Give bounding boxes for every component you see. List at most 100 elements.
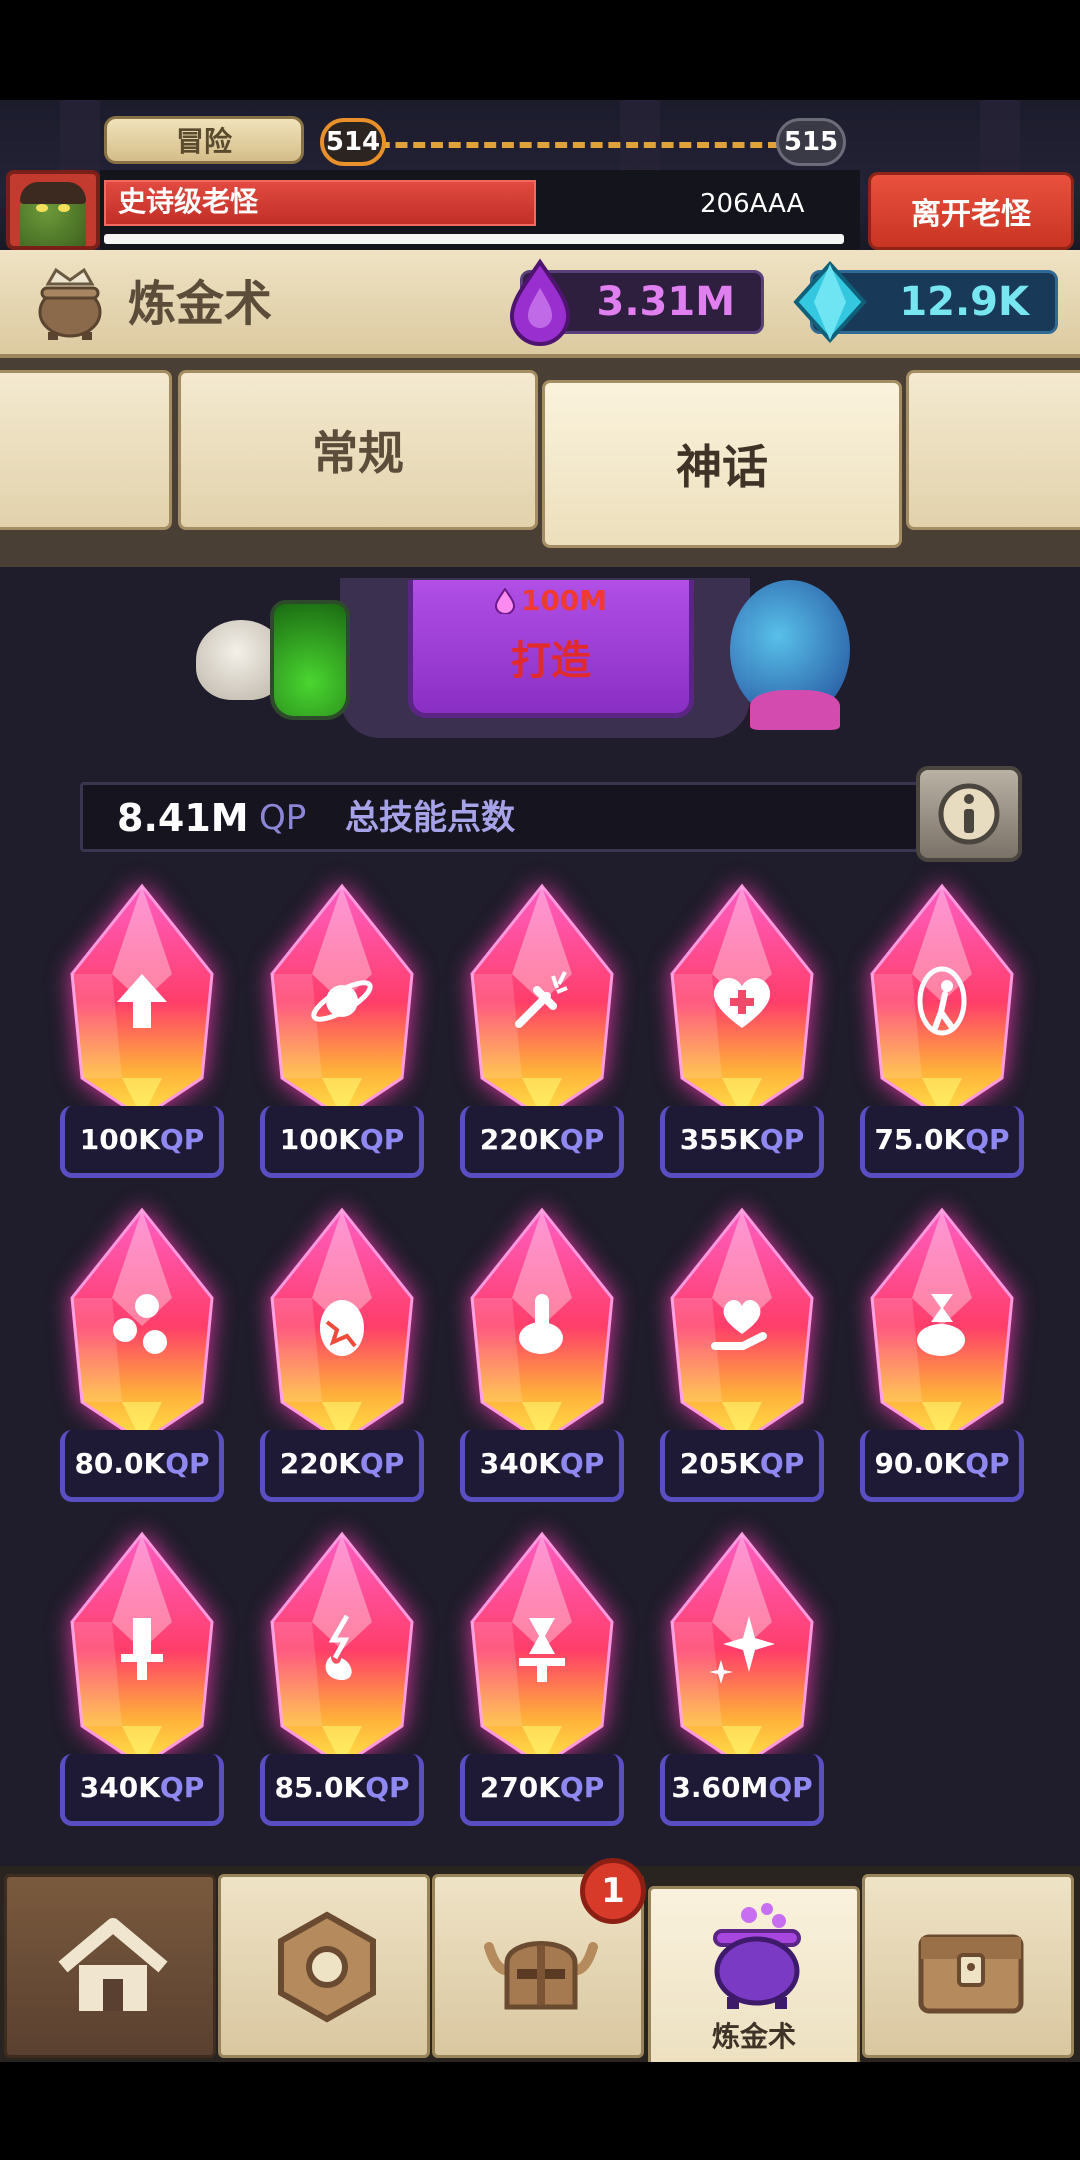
crystal-cost-value: 100K [79,1123,160,1156]
crystal-cost-value: 205K [679,1447,760,1480]
crystal-cost-unit: QP [759,1447,805,1480]
crystal-card[interactable]: 340K QP [52,1530,232,1852]
adventure-button[interactable]: 冒险 [104,116,304,164]
tab-mythic-label: 神话 [676,440,768,494]
essence-drop-icon [509,258,571,346]
tab-regular[interactable]: 常规 [178,370,538,530]
lightning-fire-icon [325,1614,352,1680]
orc-face-icon [20,182,86,246]
crystal-cost: 75.0K QP [860,1106,1024,1178]
diamond-gem-icon [793,261,867,343]
nav-alchemy-label: 炼金术 [711,2020,796,2053]
sparkle-icon [709,1616,775,1684]
forge-label: 打造 [511,638,591,684]
boss-timer-bar [104,234,844,244]
green-potion-decoration [270,600,350,720]
arrow-up-icon [117,974,167,1028]
tab-mythic[interactable]: 神话 [542,380,902,548]
tab-previous[interactable] [0,370,172,530]
panel-title: 炼金术 [128,276,273,332]
info-button[interactable] [916,766,1022,862]
crystal-cost-unit: QP [159,1771,205,1804]
crystal-card[interactable]: 100K QP [252,882,432,1204]
hand-point-icon [519,1294,563,1354]
cauldron-icon [38,267,102,340]
viking-helmet-icon [484,1941,598,2010]
crystal-card[interactable]: 75.0K QP [852,882,1032,1204]
crystal-cost-unit: QP [965,1123,1010,1156]
bottom-nav: 炼金术 [0,1866,1080,2070]
forge-button[interactable]: 100M 打造 [408,580,694,718]
crystal-cost: 205K QP [660,1430,824,1502]
crystal-card[interactable]: 220K QP [252,1206,432,1528]
crystal-card[interactable]: 3.60M QP [652,1530,832,1852]
level-progress-track [360,142,780,148]
coins-icon [113,1294,167,1354]
broken-sword-icon [121,1618,163,1680]
leave-boss-button[interactable]: 离开老怪 [868,172,1074,250]
crystal-cost-value: 220K [479,1123,560,1156]
info-icon [938,783,1000,845]
locked-chest-icon [918,1934,1024,2014]
tab-regular-label: 常规 [312,426,404,480]
nav-home[interactable] [4,1874,216,2058]
purple-cauldron-icon [713,1903,801,2009]
pink-crystal-pile-decoration [750,690,840,730]
crystal-cost-value: 3.60M [671,1771,769,1804]
crystal-cost-unit: QP [365,1771,410,1804]
crystal-cost-unit: QP [768,1771,813,1804]
crystal-cost: 270K QP [460,1754,624,1826]
qp-unit: QP [259,798,307,838]
boss-avatar [6,170,100,250]
crystal-cost: 100K QP [260,1106,424,1178]
crystal-card[interactable]: 205K QP [652,1206,832,1528]
crystal-cost: 100K QP [60,1106,224,1178]
qp-value: 8.41M [117,796,249,840]
crystal-card[interactable]: 270K QP [452,1530,632,1852]
gem-value: 12.9K [899,279,1029,325]
crystal-cost: 220K QP [260,1430,424,1502]
crystal-cost-value: 220K [279,1447,360,1480]
boss-name: 史诗级老怪 [118,185,259,218]
crystal-cost: 340K QP [460,1430,624,1502]
crystal-cost: 220K QP [460,1106,624,1178]
crystal-cost-unit: QP [359,1123,405,1156]
next-level: 515 [776,118,846,166]
nut-icon [278,1911,376,2023]
crystal-card[interactable]: 80.0K QP [52,1206,232,1528]
alchemy-header: 炼金术 3.31M 12.9K [0,250,1080,358]
nav-alchemy[interactable]: 炼金术 [648,1886,860,2070]
crystal-cost-unit: QP [559,1447,605,1480]
game-screen: 冒险 514 515 史诗级老怪 206AAA 离开老怪 炼金术 3.31M 1… [0,0,1080,2160]
crystal-cost-unit: QP [965,1447,1010,1480]
hand-hourglass-icon [917,1294,965,1356]
crystal-cost-value: 90.0K [874,1447,966,1480]
nav-chest[interactable] [862,1874,1074,2058]
crystal-card[interactable]: 90.0K QP [852,1206,1032,1528]
forge-cost-value: 100M [520,584,608,617]
nav-equipment[interactable] [218,1874,430,2058]
crystal-card[interactable]: 100K QP [52,882,232,1204]
crystal-cost-value: 80.0K [74,1447,166,1480]
tab-next[interactable] [906,370,1080,530]
essence-value: 3.31M [596,279,736,325]
crystal-cost-unit: QP [159,1123,205,1156]
qp-label: 总技能点数 [345,798,515,838]
crystal-cost-unit: QP [359,1447,405,1480]
crystal-cost-value: 100K [279,1123,360,1156]
crystal-cost: 85.0K QP [260,1754,424,1826]
crystal-cost-value: 75.0K [874,1123,966,1156]
crystal-card[interactable]: 85.0K QP [252,1530,432,1852]
crystal-cost-unit: QP [559,1123,605,1156]
boss-hp-value: 206AAA [700,189,805,219]
crystal-cost: 355K QP [660,1106,824,1178]
crystal-card[interactable]: 220K QP [452,882,632,1204]
crystal-card[interactable]: 355K QP [652,882,832,1204]
crystal-card[interactable]: 340K QP [452,1206,632,1528]
system-nav-area [0,2062,1080,2160]
crystal-cost-value: 355K [679,1123,760,1156]
crystal-cost-unit: QP [165,1447,210,1480]
crystal-cost: 340K QP [60,1754,224,1826]
heart-health-icon [713,977,771,1028]
crystal-cost-unit: QP [559,1771,605,1804]
